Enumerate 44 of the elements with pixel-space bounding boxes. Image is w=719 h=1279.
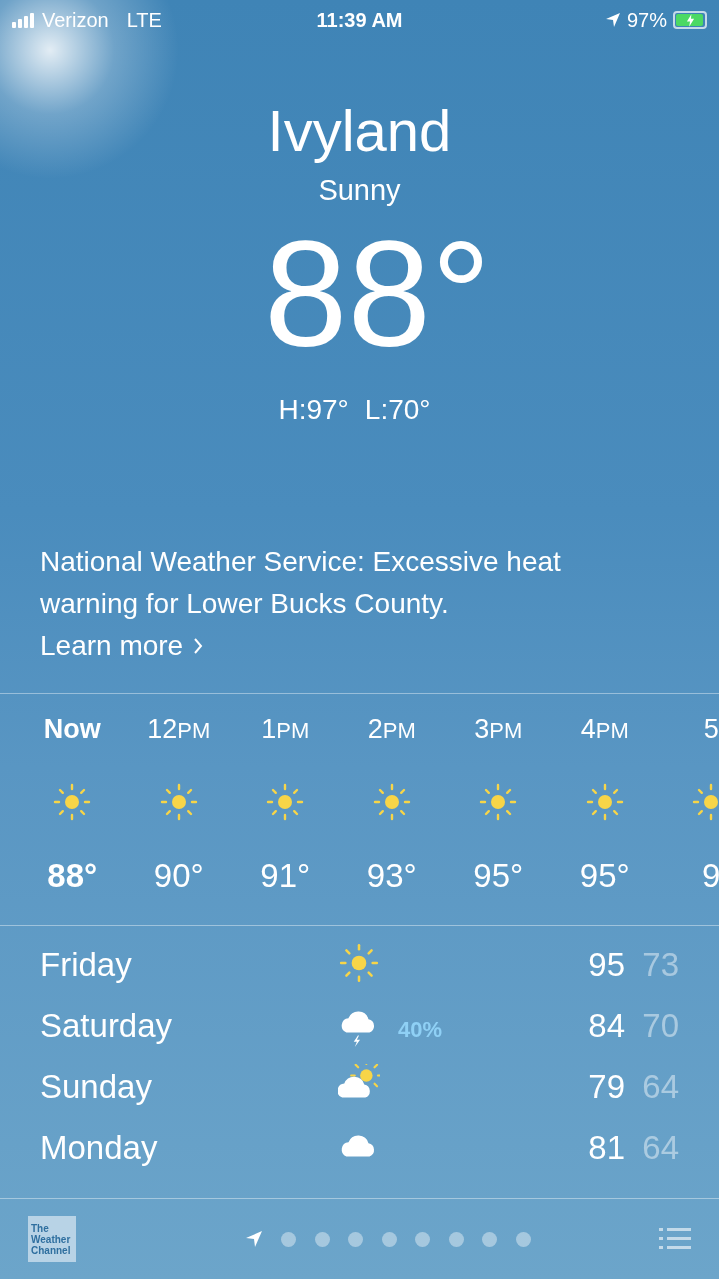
hour-label: 4PM [580, 716, 629, 743]
high-temperature: 84 [588, 1006, 625, 1044]
hour-temperature: 90° [153, 859, 204, 892]
high-temperature: 79 [588, 1067, 625, 1105]
high-temperature: H:97° [278, 393, 349, 427]
low-temperature: 64 [642, 1128, 679, 1166]
hour-temperature: 88° [47, 859, 98, 892]
logo-text: Channel [31, 1244, 72, 1256]
hour-label: 3PM [474, 716, 523, 743]
hour-label: 1PM [261, 716, 310, 743]
low-temperature: 64 [642, 1067, 679, 1105]
hour-temperature: 91° [260, 859, 311, 892]
location-arrow-icon [605, 12, 621, 28]
carrier-name: Verizon [42, 8, 109, 33]
high-temperature: 81 [588, 1128, 625, 1166]
location-page-icon[interactable] [244, 1230, 263, 1248]
hour-temperature: 93° [366, 859, 417, 892]
network-type: LTE [126, 8, 162, 33]
signal-icon [12, 12, 34, 28]
chevron-icon [193, 637, 204, 655]
logo-text: The [31, 1222, 50, 1234]
logo-text: Weather [31, 1233, 72, 1245]
low-temperature: 73 [642, 945, 679, 983]
weather-condition: Sunny [318, 176, 401, 205]
hour-label: Now [43, 716, 101, 743]
list-icon[interactable] [659, 1227, 691, 1251]
status-time: 11:39 AM [315, 8, 404, 33]
hour-label: 12PM [147, 716, 211, 743]
hour-temperature: 95° [579, 859, 630, 892]
learn-more-link[interactable]: Learn more [40, 625, 204, 667]
battery-percent: 97% [627, 8, 667, 33]
day-name: Friday [40, 944, 133, 985]
day-name: Saturday [40, 1005, 174, 1046]
alert-text: National Weather Service: Excessive heat warning for Lower Bucks County. [40, 545, 562, 621]
hour-temperature: 9 [702, 859, 719, 892]
hour-label: 5 [703, 716, 719, 743]
day-name: Monday [40, 1127, 159, 1168]
high-temperature: 95 [588, 945, 625, 983]
low-temperature: 70 [642, 1006, 679, 1044]
current-temperature: 88° [263, 219, 491, 369]
hour-label: 2PM [367, 716, 416, 743]
low-temperature: L:70° [364, 393, 431, 427]
hour-temperature: 95° [473, 859, 524, 892]
day-name: Sunday [40, 1066, 153, 1107]
